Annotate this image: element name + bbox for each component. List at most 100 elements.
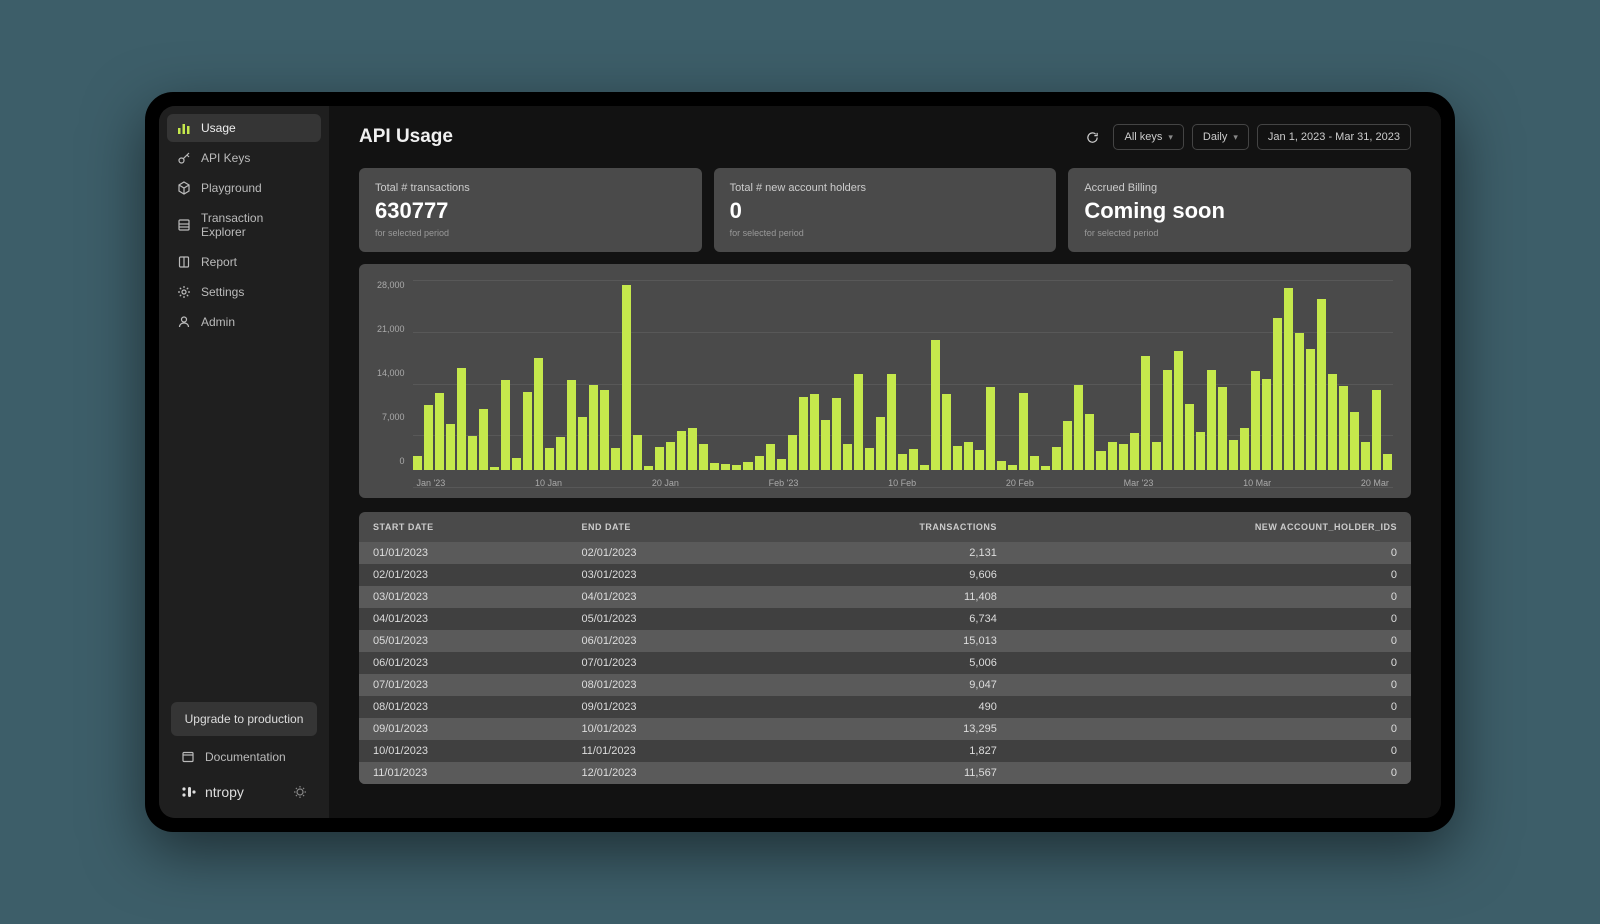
- chart-bar: [1019, 393, 1028, 470]
- brand-name: ntropy: [205, 784, 244, 800]
- chart-bar: [898, 454, 907, 470]
- nav-label: Transaction Explorer: [201, 211, 311, 239]
- table-cell: 9,047: [763, 674, 1011, 696]
- sidebar-item-documentation[interactable]: Documentation: [171, 742, 317, 772]
- theme-toggle-icon[interactable]: [293, 785, 307, 799]
- y-tick: 28,000: [377, 280, 405, 290]
- chart-bar: [810, 394, 819, 470]
- summary-cards: Total # transactions 630777 for selected…: [359, 168, 1411, 252]
- interval-label: Daily: [1203, 131, 1227, 143]
- th-end: End Date: [567, 512, 762, 542]
- keys-label: All keys: [1124, 131, 1162, 143]
- card-value: 0: [730, 198, 1041, 224]
- sidebar-item-playground[interactable]: Playground: [167, 174, 321, 202]
- table-cell: 0: [1011, 564, 1411, 586]
- chart-bar: [732, 465, 741, 470]
- chart-bar: [1251, 371, 1260, 470]
- table-cell: 5,006: [763, 652, 1011, 674]
- table-cell: 13,295: [763, 718, 1011, 740]
- chart-bar: [446, 424, 455, 470]
- table-cell: 07/01/2023: [567, 652, 762, 674]
- table-cell: 02/01/2023: [567, 542, 762, 564]
- table-cell: 0: [1011, 586, 1411, 608]
- y-tick: 7,000: [382, 412, 405, 422]
- chart-bar: [1119, 444, 1128, 470]
- card-total-transactions: Total # transactions 630777 for selected…: [359, 168, 702, 252]
- sidebar-item-usage[interactable]: Usage: [167, 114, 321, 142]
- table-cell: 07/01/2023: [359, 674, 567, 696]
- chart-bar: [1130, 433, 1139, 470]
- chart-bar: [556, 437, 565, 470]
- sidebar-item-admin[interactable]: Admin: [167, 308, 321, 336]
- sidebar-item-api-keys[interactable]: API Keys: [167, 144, 321, 172]
- chart-bar: [1163, 370, 1172, 470]
- chart-bar: [413, 456, 422, 470]
- sidebar-item-settings[interactable]: Settings: [167, 278, 321, 306]
- chart-bar: [1361, 442, 1370, 471]
- table-cell: 490: [763, 696, 1011, 718]
- table-cell: 06/01/2023: [359, 652, 567, 674]
- nav-list: Usage API Keys Playground: [167, 114, 321, 698]
- table-row: 06/01/202307/01/20235,0060: [359, 652, 1411, 674]
- th-start: Start Date: [359, 512, 567, 542]
- chart-bar: [821, 420, 830, 470]
- y-tick: 21,000: [377, 324, 405, 334]
- gear-icon: [177, 285, 191, 299]
- table-cell: 11/01/2023: [359, 762, 567, 784]
- book-icon: [177, 255, 191, 269]
- sidebar: Usage API Keys Playground: [159, 106, 329, 818]
- chart-bar: [986, 387, 995, 470]
- chart-bar: [1317, 299, 1326, 470]
- user-icon: [177, 315, 191, 329]
- table-cell: 0: [1011, 652, 1411, 674]
- interval-dropdown[interactable]: Daily ▾: [1192, 124, 1249, 150]
- chart-bar: [931, 340, 940, 470]
- table-cell: 0: [1011, 718, 1411, 740]
- th-ids: New Account_Holder_IDs: [1011, 512, 1411, 542]
- date-range-picker[interactable]: Jan 1, 2023 - Mar 31, 2023: [1257, 124, 1411, 150]
- table-cell: 2,131: [763, 542, 1011, 564]
- table-cell: 1,827: [763, 740, 1011, 762]
- chart-bar: [766, 444, 775, 470]
- chart-bar: [1273, 318, 1282, 470]
- chart-bar: [699, 444, 708, 470]
- table-cell: 06/01/2023: [567, 630, 762, 652]
- refresh-icon: [1086, 131, 1099, 144]
- refresh-button[interactable]: [1080, 125, 1105, 150]
- chart-bar: [567, 380, 576, 470]
- chart-bar: [887, 374, 896, 470]
- chart-bar: [788, 435, 797, 470]
- upgrade-button[interactable]: Upgrade to production: [171, 702, 317, 736]
- chart-bar: [1218, 387, 1227, 470]
- table-cell: 0: [1011, 608, 1411, 630]
- chart-bar: [677, 431, 686, 470]
- chart-bar: [578, 417, 587, 470]
- chart-bar: [1152, 442, 1161, 471]
- main-content: API Usage All keys ▾ Daily ▾ Jan 1, 2023: [329, 106, 1441, 818]
- chart-bar: [1306, 349, 1315, 470]
- chart-bar: [424, 405, 433, 470]
- chart-bar: [457, 368, 466, 470]
- list-icon: [177, 218, 191, 232]
- chart-bar: [997, 461, 1006, 470]
- chart-bar: [1229, 440, 1238, 470]
- table-row: 07/01/202308/01/20239,0470: [359, 674, 1411, 696]
- chart-bar: [710, 463, 719, 470]
- chart-bar: [1174, 351, 1183, 470]
- table-cell: 6,734: [763, 608, 1011, 630]
- chart-bar: [876, 417, 885, 470]
- sidebar-item-report[interactable]: Report: [167, 248, 321, 276]
- chart-bar: [600, 390, 609, 470]
- table-cell: 04/01/2023: [567, 586, 762, 608]
- chart-bar: [942, 394, 951, 470]
- chart-bar: [1085, 414, 1094, 470]
- chart-bar: [1207, 370, 1216, 470]
- chevron-down-icon: ▾: [1233, 132, 1238, 143]
- chart-bar: [490, 467, 499, 470]
- keys-dropdown[interactable]: All keys ▾: [1113, 124, 1183, 150]
- table-cell: 01/01/2023: [359, 542, 567, 564]
- chart-bar: [589, 385, 598, 470]
- cube-icon: [177, 181, 191, 195]
- sidebar-item-transaction-explorer[interactable]: Transaction Explorer: [167, 204, 321, 246]
- chart-bar: [688, 428, 697, 470]
